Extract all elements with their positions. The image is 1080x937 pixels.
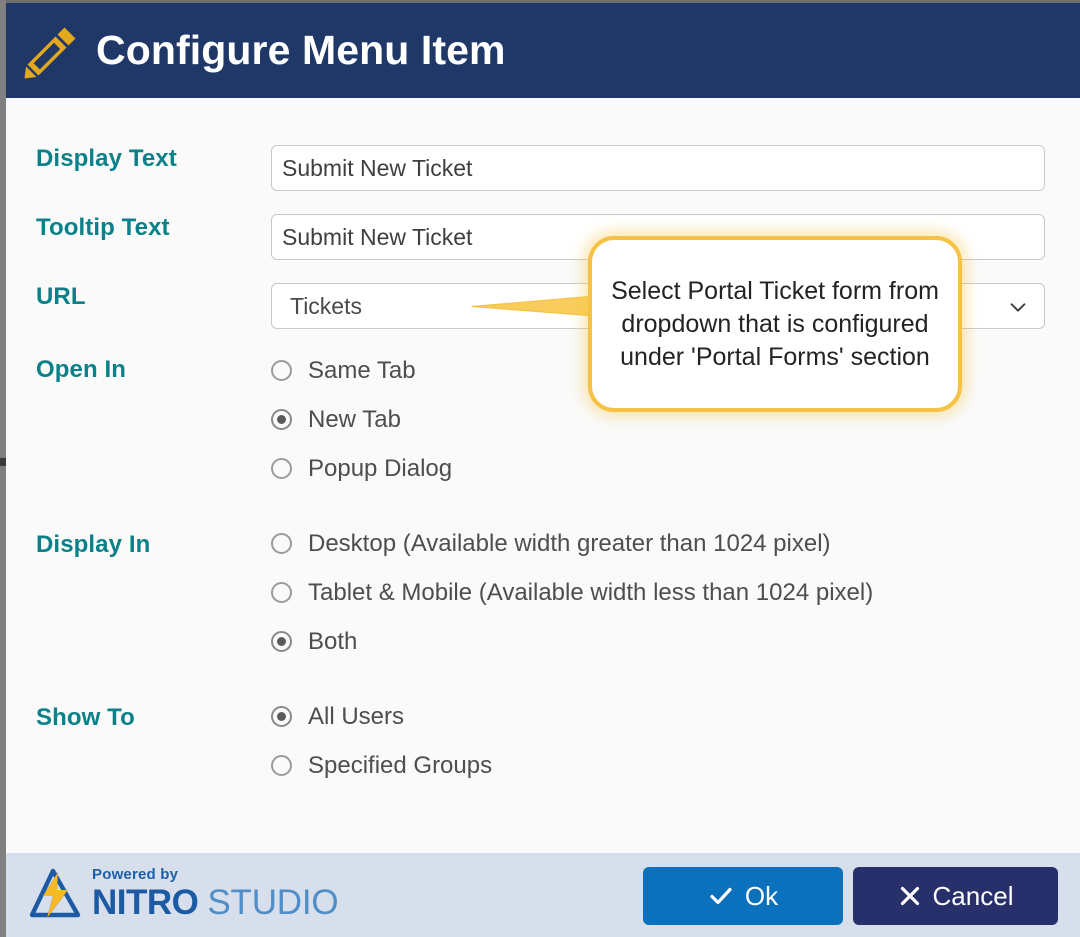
radio-option-all-users[interactable]: All Users: [271, 692, 492, 741]
nitro-studio-logo: Powered by NITRO STUDIO: [28, 866, 339, 922]
display-text-input[interactable]: [271, 145, 1045, 191]
field-label-tooltip-text: Tooltip Text: [36, 214, 170, 241]
radio-option-label: Specified Groups: [308, 751, 493, 779]
window-top-border: [6, 0, 1080, 3]
field-label-display-text: Display Text: [36, 145, 177, 172]
powered-by-label: Powered by: [92, 866, 179, 883]
field-label-url: URL: [36, 283, 86, 310]
check-icon: [710, 887, 732, 905]
radio-indicator: [271, 755, 292, 776]
radio-indicator: [271, 360, 292, 381]
window-left-border: [0, 0, 6, 937]
ok-button[interactable]: Ok: [643, 867, 843, 925]
field-row-display-text: Display Text: [36, 145, 1045, 191]
radio-group-open-in: Same Tab New Tab Popup Dialog: [271, 346, 452, 493]
ok-button-label: Ok: [744, 880, 779, 911]
annotation-callout: Select Portal Ticket form from dropdown …: [588, 236, 962, 412]
radio-option-label: All Users: [308, 702, 405, 730]
radio-indicator: [271, 582, 292, 603]
pencil-icon: [24, 27, 76, 78]
cancel-button-label: Cancel: [932, 880, 1014, 911]
cancel-button[interactable]: Cancel: [853, 867, 1058, 925]
dialog-footer: Powered by NITRO STUDIO Ok Cancel: [6, 853, 1080, 937]
radio-indicator-selected: [271, 409, 292, 430]
field-label-show-to: Show To: [36, 704, 135, 731]
radio-option-same-tab[interactable]: Same Tab: [271, 346, 452, 395]
radio-indicator-selected: [271, 631, 292, 652]
annotation-callout-text: Select Portal Ticket form from dropdown …: [611, 276, 939, 371]
radio-option-specified-groups[interactable]: Specified Groups: [271, 741, 492, 790]
radio-option-label: Popup Dialog: [308, 454, 453, 482]
radio-group-show-to: All Users Specified Groups: [271, 692, 492, 790]
configure-menu-item-dialog: Configure Menu Item Display Text Tooltip…: [0, 0, 1080, 937]
radio-indicator: [271, 533, 292, 554]
radio-group-display-in: Desktop (Available width greater than 10…: [271, 519, 873, 666]
dialog-titlebar: Configure Menu Item: [6, 3, 1080, 98]
radio-option-both[interactable]: Both: [271, 617, 873, 666]
radio-option-new-tab[interactable]: New Tab: [271, 395, 452, 444]
radio-option-label: Both: [308, 627, 358, 655]
radio-option-desktop[interactable]: Desktop (Available width greater than 10…: [271, 519, 873, 568]
radio-option-label: Same Tab: [308, 356, 416, 384]
radio-option-label: New Tab: [308, 405, 401, 433]
window-edge-notch: [0, 458, 6, 466]
radio-option-label: Tablet & Mobile (Available width less th…: [308, 578, 874, 606]
radio-indicator: [271, 458, 292, 479]
dialog-body: Display Text Tooltip Text URL Tickets Op…: [6, 98, 1080, 853]
radio-option-tablet-mobile[interactable]: Tablet & Mobile (Available width less th…: [271, 568, 873, 617]
page-title: Configure Menu Item: [96, 27, 506, 73]
field-label-display-in: Display In: [36, 531, 151, 558]
field-label-open-in: Open In: [36, 356, 127, 383]
logo-text: Powered by NITRO STUDIO: [92, 866, 339, 922]
brand-nitro: NITRO: [92, 883, 199, 922]
radio-indicator-selected: [271, 706, 292, 727]
radio-option-label: Desktop (Available width greater than 10…: [308, 529, 831, 557]
close-icon: [900, 886, 919, 906]
callout-pointer: [471, 295, 597, 317]
nitro-bolt-logo-icon: [29, 868, 81, 918]
radio-option-popup-dialog[interactable]: Popup Dialog: [271, 444, 452, 493]
brand-studio: STUDIO: [207, 883, 339, 922]
